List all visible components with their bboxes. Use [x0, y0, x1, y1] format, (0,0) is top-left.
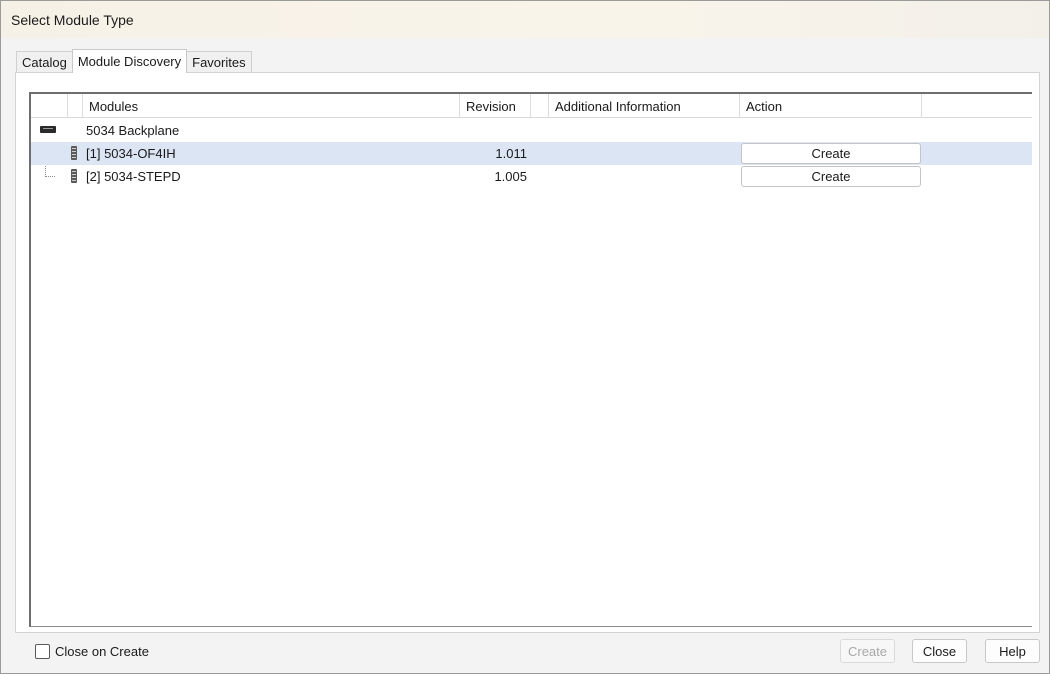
window-title: Select Module Type — [11, 11, 134, 28]
tab-strip: Catalog Module Discovery Favorites — [16, 49, 252, 73]
header-action[interactable]: Action — [740, 94, 922, 118]
tab-favorites[interactable]: Favorites — [186, 51, 252, 72]
close-on-create-option[interactable]: Close on Create — [35, 644, 149, 659]
grid-header: Modules Revision Additional Information … — [31, 94, 1032, 118]
module-name: [2] 5034-STEPD — [86, 169, 181, 184]
module-icon — [71, 169, 77, 183]
tab-module-discovery[interactable]: Module Discovery — [71, 49, 188, 73]
close-on-create-label: Close on Create — [55, 644, 149, 659]
create-button-row-2[interactable]: Create — [741, 166, 921, 187]
header-spacer — [531, 94, 549, 118]
module-discovery-panel: Modules Revision Additional Information … — [15, 72, 1040, 633]
header-modules[interactable]: Modules — [83, 94, 460, 118]
title-bar: Select Module Type — [1, 1, 1049, 38]
tab-catalog[interactable]: Catalog — [16, 51, 73, 72]
module-revision: 1.005 — [494, 169, 527, 184]
header-additional-information[interactable]: Additional Information — [549, 94, 740, 118]
close-button[interactable]: Close — [912, 639, 967, 663]
select-module-type-dialog: Select Module Type Catalog Module Discov… — [0, 0, 1050, 674]
backplane-icon — [40, 126, 56, 133]
module-revision: 1.011 — [495, 146, 527, 161]
header-tree-column — [31, 94, 68, 118]
close-on-create-checkbox[interactable] — [35, 644, 50, 659]
help-button[interactable]: Help — [985, 639, 1040, 663]
create-button-row-1[interactable]: Create — [741, 143, 921, 164]
create-button[interactable]: Create — [840, 639, 895, 663]
header-revision[interactable]: Revision — [460, 94, 531, 118]
module-name: 5034 Backplane — [86, 123, 180, 138]
table-row-module-1[interactable]: [1] 5034-OF4IH 1.011 Create — [31, 142, 1032, 165]
table-row-backplane[interactable]: 5034 Backplane — [31, 119, 1032, 142]
module-name: [1] 5034-OF4IH — [86, 146, 176, 161]
table-row-module-2[interactable]: [2] 5034-STEPD 1.005 Create — [31, 165, 1032, 188]
header-icon-column — [68, 94, 83, 118]
module-icon — [71, 146, 77, 160]
module-grid: Modules Revision Additional Information … — [29, 92, 1032, 627]
